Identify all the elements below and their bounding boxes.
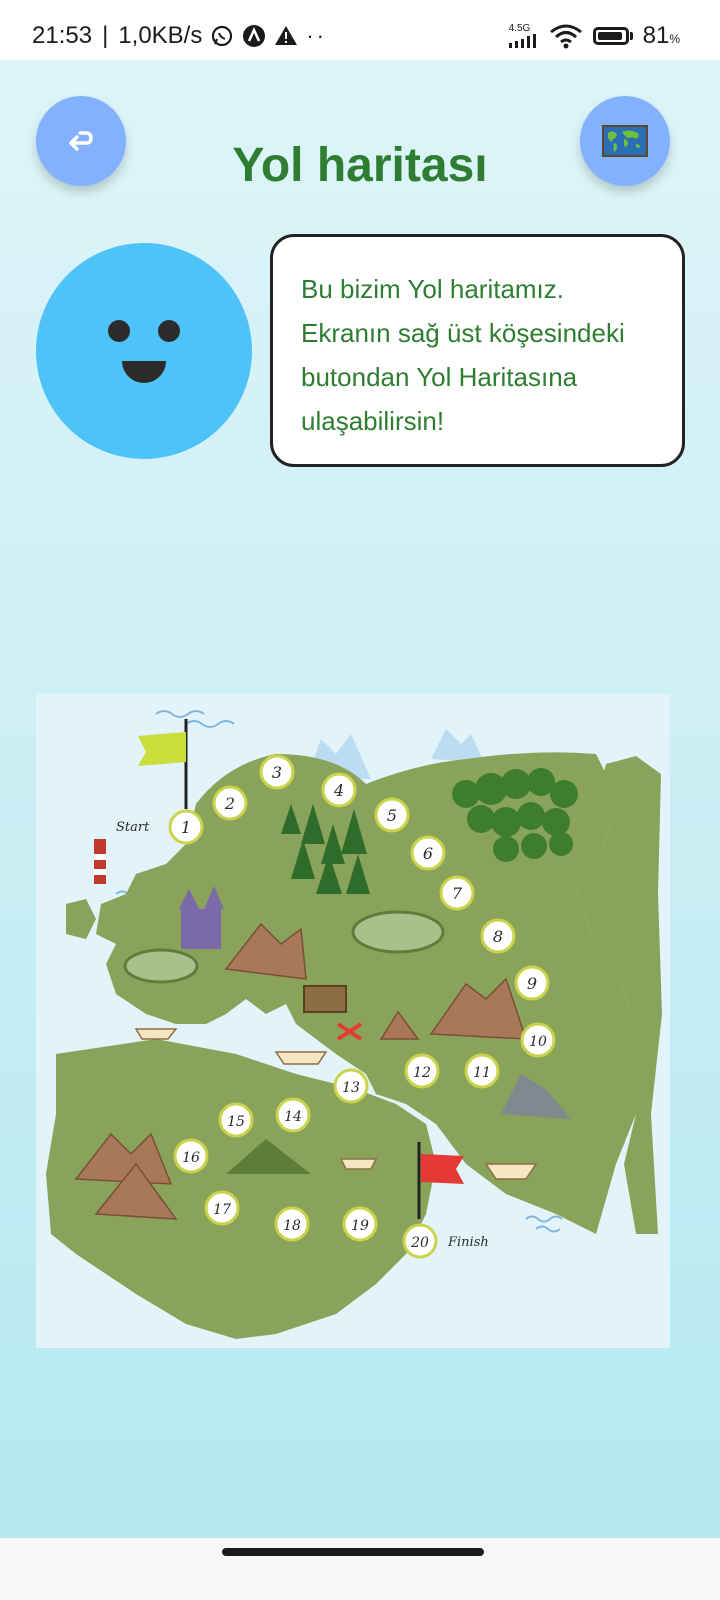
- mascot-mouth: [122, 361, 166, 383]
- roadmap-illustration: Start Finish 123456789101112131415161718…: [36, 694, 670, 1348]
- roadmap-step-number: 19: [351, 1218, 369, 1234]
- roadmap-step-18: 18: [274, 1206, 310, 1242]
- roadmap-image: Start Finish 1 2 3 4 5 6 7 8 9 10 11 12 13 14 15 16 17 18…: [36, 694, 670, 1348]
- app-a-icon: [243, 25, 266, 47]
- roadmap-step-17: 17: [204, 1190, 240, 1226]
- signal-group: 4.5G: [508, 23, 539, 48]
- wifi-icon: [549, 24, 582, 49]
- roadmap-step-12: 12: [404, 1053, 440, 1089]
- status-left: 21:53 | 1,0KB/s ··: [32, 22, 327, 50]
- roadmap-step-8: 8: [480, 918, 516, 954]
- roadmap-step-4: 4: [321, 772, 357, 808]
- battery-percent: 81%: [642, 22, 680, 49]
- roadmap-step-9: 9: [514, 965, 550, 1001]
- whatsapp-icon: [212, 25, 233, 47]
- roadmap-step-19: 19: [342, 1206, 378, 1242]
- roadmap-step-13: 13: [333, 1068, 369, 1104]
- roadmap-step-number: 4: [333, 781, 344, 800]
- status-dots: ··: [306, 23, 327, 48]
- roadmap-step-number: 1: [181, 818, 191, 837]
- roadmap-step-number: 15: [227, 1114, 245, 1130]
- status-speed: 1,0KB/s: [118, 22, 203, 49]
- speech-bubble-text: Bu bizim Yol haritamız. Ekranın sağ üst …: [301, 274, 625, 436]
- network-type: 4.5G: [508, 23, 531, 34]
- roadmap-step-number: 9: [527, 974, 537, 993]
- roadmap-step-5: 5: [374, 797, 410, 833]
- status-right: 4.5G 81%: [508, 22, 680, 50]
- signal-icon: [508, 34, 536, 48]
- roadmap-step-16: 16: [173, 1138, 209, 1174]
- roadmap-step-7: 7: [439, 875, 475, 911]
- roadmap-step-number: 3: [272, 763, 282, 782]
- roadmap-step-number: 14: [284, 1109, 302, 1125]
- home-gesture-bar[interactable]: [222, 1548, 484, 1556]
- roadmap-step-11: 11: [464, 1053, 500, 1089]
- roadmap-step-number: 11: [473, 1065, 491, 1081]
- roadmap-step-2: 2: [212, 785, 248, 821]
- mascot-avatar: [36, 243, 252, 459]
- warning-icon: [275, 26, 298, 45]
- roadmap-step-number: 6: [423, 844, 433, 863]
- roadmap-step-number: 13: [342, 1080, 360, 1096]
- roadmap-step-number: 7: [452, 884, 463, 903]
- roadmap-step-number: 16: [182, 1150, 200, 1166]
- roadmap-step-number: 17: [213, 1202, 231, 1218]
- roadmap-step-10: 10: [520, 1022, 556, 1058]
- roadmap-step-3: 3: [259, 754, 295, 790]
- roadmap-step-number: 10: [529, 1034, 547, 1050]
- roadmap-step-15: 15: [218, 1102, 254, 1138]
- speech-bubble: Bu bizim Yol haritamız. Ekranın sağ üst …: [270, 234, 685, 467]
- status-time: 21:53: [32, 22, 93, 49]
- roadmap-step-number: 5: [387, 806, 397, 825]
- status-bar: 21:53 | 1,0KB/s ·· 4.5G 81%: [0, 0, 720, 60]
- roadmap-step-20: 20: [402, 1223, 438, 1259]
- roadmap-step-number: 8: [493, 927, 503, 946]
- roadmap-step-number: 12: [413, 1065, 431, 1081]
- roadmap-step-1: 1: [168, 809, 204, 845]
- finish-label: Finish: [447, 1235, 489, 1250]
- roadmap-step-number: 20: [410, 1235, 429, 1251]
- roadmap-step-14: 14: [275, 1097, 311, 1133]
- roadmap-step-number: 2: [224, 794, 235, 813]
- roadmap-step-6: 6: [410, 835, 446, 871]
- battery-icon: [592, 27, 633, 45]
- status-separator: |: [102, 22, 109, 49]
- mascot-left-eye: [108, 320, 130, 342]
- start-label: Start: [116, 820, 150, 835]
- page-title: Yol haritası: [232, 139, 488, 192]
- mascot-right-eye: [158, 320, 180, 342]
- roadmap-step-number: 18: [283, 1218, 301, 1234]
